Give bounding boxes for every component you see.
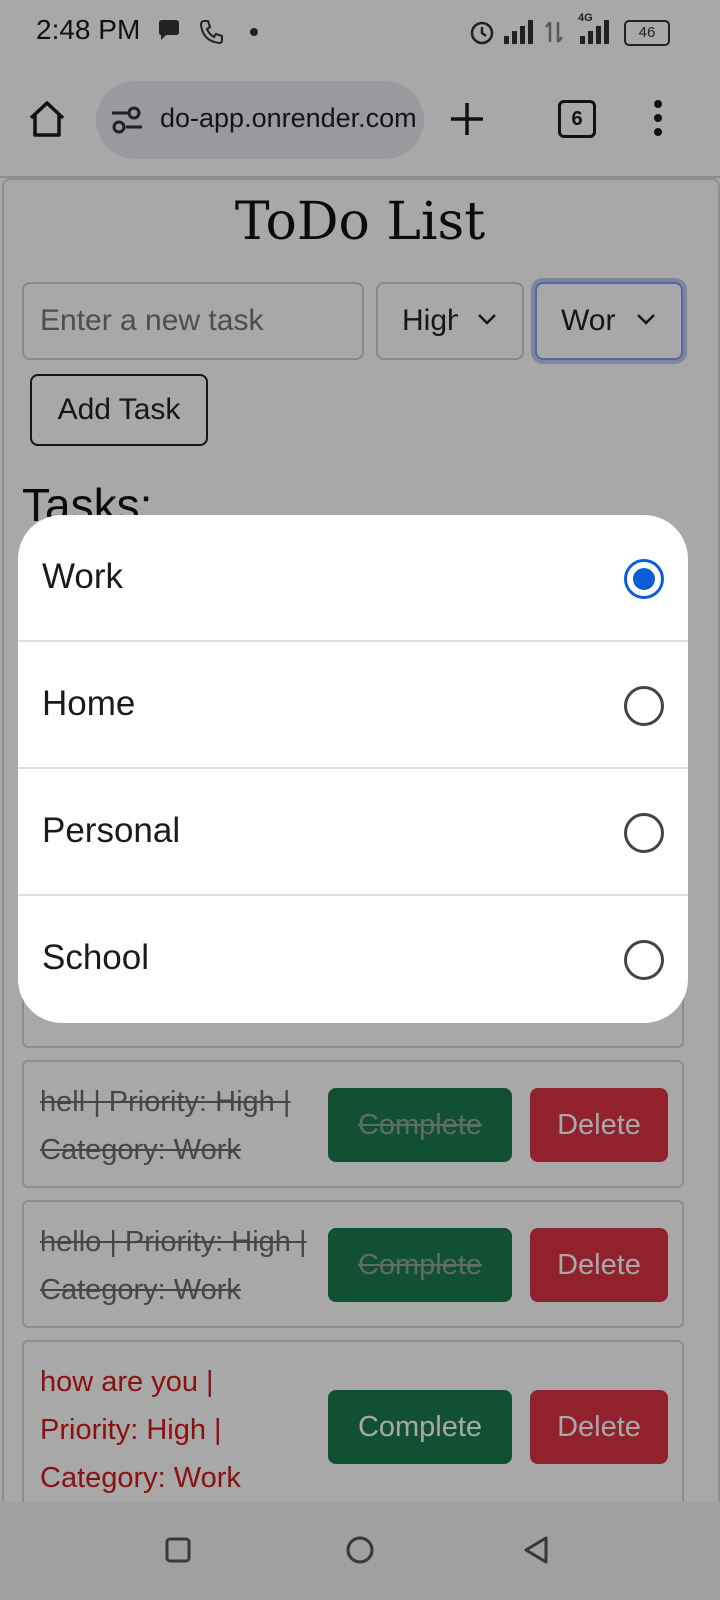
category-picker-dialog: Work Home Personal School xyxy=(18,515,688,1023)
category-option-school[interactable]: School xyxy=(18,896,688,1023)
category-option-home[interactable]: Home xyxy=(18,642,688,769)
radio-unselected-icon[interactable] xyxy=(624,940,664,980)
option-label: Personal xyxy=(42,811,181,850)
radio-unselected-icon[interactable] xyxy=(624,813,664,853)
radio-unselected-icon[interactable] xyxy=(624,686,664,726)
option-label: School xyxy=(42,938,150,977)
option-label: Home xyxy=(42,684,136,723)
category-option-work[interactable]: Work xyxy=(18,515,688,642)
category-option-personal[interactable]: Personal xyxy=(18,769,688,896)
option-label: Work xyxy=(42,557,124,596)
radio-selected-icon[interactable] xyxy=(624,559,664,599)
